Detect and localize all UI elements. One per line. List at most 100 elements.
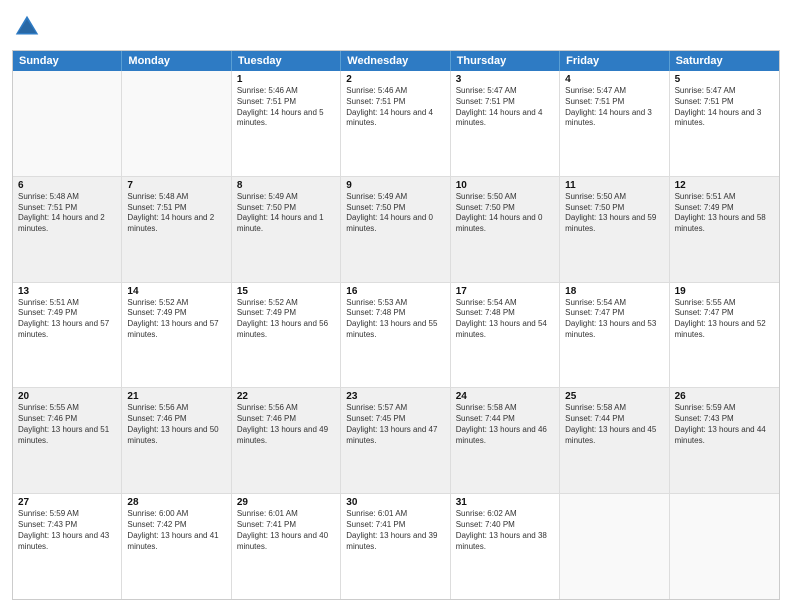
day-number: 31 — [456, 497, 554, 508]
calendar-cell-4-6 — [670, 494, 779, 599]
weekday-header-friday: Friday — [560, 51, 669, 71]
day-number: 2 — [346, 74, 444, 85]
weekday-header-thursday: Thursday — [451, 51, 560, 71]
calendar-cell-1-2: 8Sunrise: 5:49 AM Sunset: 7:50 PM Daylig… — [232, 177, 341, 282]
calendar-cell-3-1: 21Sunrise: 5:56 AM Sunset: 7:46 PM Dayli… — [122, 388, 231, 493]
calendar-cell-0-4: 3Sunrise: 5:47 AM Sunset: 7:51 PM Daylig… — [451, 71, 560, 176]
cell-info: Sunrise: 5:47 AM Sunset: 7:51 PM Dayligh… — [565, 86, 663, 129]
calendar-cell-2-2: 15Sunrise: 5:52 AM Sunset: 7:49 PM Dayli… — [232, 283, 341, 388]
cell-info: Sunrise: 5:52 AM Sunset: 7:49 PM Dayligh… — [127, 298, 225, 341]
calendar-cell-3-3: 23Sunrise: 5:57 AM Sunset: 7:45 PM Dayli… — [341, 388, 450, 493]
calendar-cell-1-6: 12Sunrise: 5:51 AM Sunset: 7:49 PM Dayli… — [670, 177, 779, 282]
calendar-header: SundayMondayTuesdayWednesdayThursdayFrid… — [13, 51, 779, 71]
calendar-cell-4-5 — [560, 494, 669, 599]
calendar-cell-1-1: 7Sunrise: 5:48 AM Sunset: 7:51 PM Daylig… — [122, 177, 231, 282]
cell-info: Sunrise: 6:02 AM Sunset: 7:40 PM Dayligh… — [456, 509, 554, 552]
calendar-cell-2-0: 13Sunrise: 5:51 AM Sunset: 7:49 PM Dayli… — [13, 283, 122, 388]
day-number: 25 — [565, 391, 663, 402]
weekday-header-wednesday: Wednesday — [341, 51, 450, 71]
day-number: 10 — [456, 180, 554, 191]
cell-info: Sunrise: 5:51 AM Sunset: 7:49 PM Dayligh… — [675, 192, 774, 235]
cell-info: Sunrise: 6:01 AM Sunset: 7:41 PM Dayligh… — [237, 509, 335, 552]
day-number: 30 — [346, 497, 444, 508]
calendar-cell-0-1 — [122, 71, 231, 176]
calendar-cell-4-2: 29Sunrise: 6:01 AM Sunset: 7:41 PM Dayli… — [232, 494, 341, 599]
calendar-cell-0-3: 2Sunrise: 5:46 AM Sunset: 7:51 PM Daylig… — [341, 71, 450, 176]
cell-info: Sunrise: 5:54 AM Sunset: 7:48 PM Dayligh… — [456, 298, 554, 341]
day-number: 24 — [456, 391, 554, 402]
calendar: SundayMondayTuesdayWednesdayThursdayFrid… — [12, 50, 780, 600]
cell-info: Sunrise: 5:57 AM Sunset: 7:45 PM Dayligh… — [346, 403, 444, 446]
cell-info: Sunrise: 5:58 AM Sunset: 7:44 PM Dayligh… — [565, 403, 663, 446]
calendar-row-1: 6Sunrise: 5:48 AM Sunset: 7:51 PM Daylig… — [13, 177, 779, 283]
calendar-cell-3-2: 22Sunrise: 5:56 AM Sunset: 7:46 PM Dayli… — [232, 388, 341, 493]
calendar-row-4: 27Sunrise: 5:59 AM Sunset: 7:43 PM Dayli… — [13, 494, 779, 599]
cell-info: Sunrise: 6:01 AM Sunset: 7:41 PM Dayligh… — [346, 509, 444, 552]
cell-info: Sunrise: 5:48 AM Sunset: 7:51 PM Dayligh… — [127, 192, 225, 235]
cell-info: Sunrise: 5:50 AM Sunset: 7:50 PM Dayligh… — [565, 192, 663, 235]
day-number: 29 — [237, 497, 335, 508]
logo — [12, 12, 46, 42]
calendar-cell-3-4: 24Sunrise: 5:58 AM Sunset: 7:44 PM Dayli… — [451, 388, 560, 493]
header — [12, 12, 780, 42]
calendar-cell-0-6: 5Sunrise: 5:47 AM Sunset: 7:51 PM Daylig… — [670, 71, 779, 176]
cell-info: Sunrise: 5:49 AM Sunset: 7:50 PM Dayligh… — [346, 192, 444, 235]
weekday-header-saturday: Saturday — [670, 51, 779, 71]
cell-info: Sunrise: 5:59 AM Sunset: 7:43 PM Dayligh… — [675, 403, 774, 446]
calendar-row-3: 20Sunrise: 5:55 AM Sunset: 7:46 PM Dayli… — [13, 388, 779, 494]
cell-info: Sunrise: 5:56 AM Sunset: 7:46 PM Dayligh… — [127, 403, 225, 446]
calendar-cell-4-0: 27Sunrise: 5:59 AM Sunset: 7:43 PM Dayli… — [13, 494, 122, 599]
cell-info: Sunrise: 5:55 AM Sunset: 7:47 PM Dayligh… — [675, 298, 774, 341]
day-number: 18 — [565, 286, 663, 297]
calendar-cell-3-6: 26Sunrise: 5:59 AM Sunset: 7:43 PM Dayli… — [670, 388, 779, 493]
cell-info: Sunrise: 5:53 AM Sunset: 7:48 PM Dayligh… — [346, 298, 444, 341]
day-number: 27 — [18, 497, 116, 508]
calendar-body: 1Sunrise: 5:46 AM Sunset: 7:51 PM Daylig… — [13, 71, 779, 599]
cell-info: Sunrise: 5:46 AM Sunset: 7:51 PM Dayligh… — [237, 86, 335, 129]
cell-info: Sunrise: 5:47 AM Sunset: 7:51 PM Dayligh… — [675, 86, 774, 129]
day-number: 19 — [675, 286, 774, 297]
weekday-header-tuesday: Tuesday — [232, 51, 341, 71]
calendar-cell-2-6: 19Sunrise: 5:55 AM Sunset: 7:47 PM Dayli… — [670, 283, 779, 388]
cell-info: Sunrise: 5:47 AM Sunset: 7:51 PM Dayligh… — [456, 86, 554, 129]
calendar-cell-4-3: 30Sunrise: 6:01 AM Sunset: 7:41 PM Dayli… — [341, 494, 450, 599]
day-number: 5 — [675, 74, 774, 85]
day-number: 8 — [237, 180, 335, 191]
day-number: 1 — [237, 74, 335, 85]
weekday-header-monday: Monday — [122, 51, 231, 71]
day-number: 7 — [127, 180, 225, 191]
cell-info: Sunrise: 5:52 AM Sunset: 7:49 PM Dayligh… — [237, 298, 335, 341]
day-number: 9 — [346, 180, 444, 191]
weekday-header-sunday: Sunday — [13, 51, 122, 71]
calendar-cell-1-0: 6Sunrise: 5:48 AM Sunset: 7:51 PM Daylig… — [13, 177, 122, 282]
day-number: 28 — [127, 497, 225, 508]
day-number: 21 — [127, 391, 225, 402]
calendar-row-0: 1Sunrise: 5:46 AM Sunset: 7:51 PM Daylig… — [13, 71, 779, 177]
cell-info: Sunrise: 5:48 AM Sunset: 7:51 PM Dayligh… — [18, 192, 116, 235]
calendar-cell-2-3: 16Sunrise: 5:53 AM Sunset: 7:48 PM Dayli… — [341, 283, 450, 388]
day-number: 13 — [18, 286, 116, 297]
day-number: 20 — [18, 391, 116, 402]
calendar-cell-3-0: 20Sunrise: 5:55 AM Sunset: 7:46 PM Dayli… — [13, 388, 122, 493]
calendar-cell-3-5: 25Sunrise: 5:58 AM Sunset: 7:44 PM Dayli… — [560, 388, 669, 493]
cell-info: Sunrise: 5:55 AM Sunset: 7:46 PM Dayligh… — [18, 403, 116, 446]
day-number: 6 — [18, 180, 116, 191]
calendar-cell-0-0 — [13, 71, 122, 176]
calendar-cell-1-4: 10Sunrise: 5:50 AM Sunset: 7:50 PM Dayli… — [451, 177, 560, 282]
day-number: 17 — [456, 286, 554, 297]
day-number: 14 — [127, 286, 225, 297]
calendar-cell-1-5: 11Sunrise: 5:50 AM Sunset: 7:50 PM Dayli… — [560, 177, 669, 282]
logo-icon — [12, 12, 42, 42]
day-number: 12 — [675, 180, 774, 191]
day-number: 4 — [565, 74, 663, 85]
cell-info: Sunrise: 6:00 AM Sunset: 7:42 PM Dayligh… — [127, 509, 225, 552]
calendar-cell-4-1: 28Sunrise: 6:00 AM Sunset: 7:42 PM Dayli… — [122, 494, 231, 599]
page: SundayMondayTuesdayWednesdayThursdayFrid… — [0, 0, 792, 612]
cell-info: Sunrise: 5:50 AM Sunset: 7:50 PM Dayligh… — [456, 192, 554, 235]
cell-info: Sunrise: 5:51 AM Sunset: 7:49 PM Dayligh… — [18, 298, 116, 341]
day-number: 22 — [237, 391, 335, 402]
cell-info: Sunrise: 5:54 AM Sunset: 7:47 PM Dayligh… — [565, 298, 663, 341]
calendar-cell-0-2: 1Sunrise: 5:46 AM Sunset: 7:51 PM Daylig… — [232, 71, 341, 176]
calendar-cell-4-4: 31Sunrise: 6:02 AM Sunset: 7:40 PM Dayli… — [451, 494, 560, 599]
cell-info: Sunrise: 5:59 AM Sunset: 7:43 PM Dayligh… — [18, 509, 116, 552]
